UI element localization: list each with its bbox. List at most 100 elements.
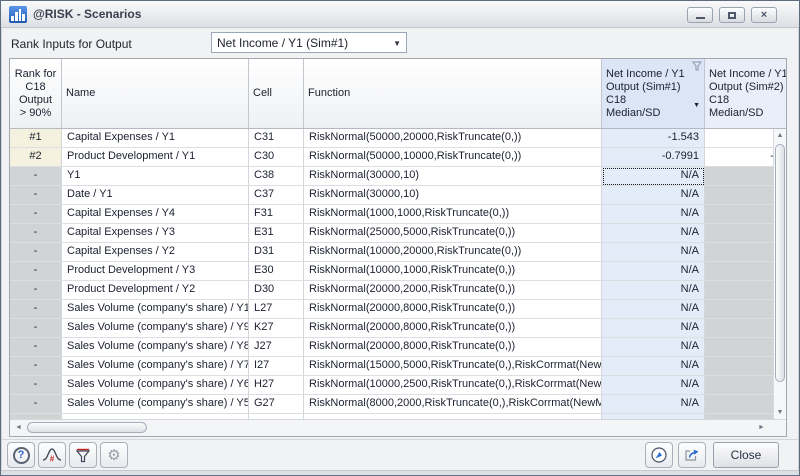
name-cell[interactable]: Capital Expenses / Y1 (62, 129, 249, 148)
close-window-button[interactable]: × (751, 7, 777, 23)
sim1-value-cell[interactable]: N/A (602, 357, 705, 376)
sim1-value-cell[interactable]: N/A (602, 205, 705, 224)
help-button[interactable]: ? (7, 442, 35, 468)
sim1-value-cell[interactable]: N/A (602, 186, 705, 205)
function-cell[interactable]: RiskNormal(30000,10) (304, 186, 602, 205)
cell-ref-cell[interactable]: C38 (249, 167, 304, 186)
cell-ref-cell[interactable]: C37 (249, 186, 304, 205)
table-row[interactable]: - Sales Volume (company's share) / Y9 K2… (10, 319, 786, 338)
cell-ref-cell[interactable]: C31 (249, 129, 304, 148)
output-dropdown[interactable]: Net Income / Y1 (Sim#1) ▼ (211, 32, 407, 53)
table-row[interactable]: #2 Product Development / Y1 C30 RiskNorm… (10, 148, 786, 167)
header-sim2[interactable]: Net Income / Y1 Output (Sim#2) C18 Media… (705, 59, 787, 128)
function-cell[interactable]: RiskNormal(50000,10000,RiskTruncate(0,)) (304, 148, 602, 167)
sim1-value-cell[interactable]: N/A (602, 319, 705, 338)
table-row[interactable]: - Capital Expenses / Y4 F31 RiskNormal(1… (10, 205, 786, 224)
maximize-button[interactable] (719, 7, 745, 23)
sim1-value-cell[interactable]: -0.7991 (602, 148, 705, 167)
titlebar[interactable]: @RISK - Scenarios × (1, 1, 799, 28)
sim1-value-cell[interactable]: N/A (602, 243, 705, 262)
settings-button[interactable]: ⚙ (100, 442, 128, 468)
horizontal-scrollbar[interactable]: ◄ ► (10, 419, 786, 436)
rank-cell[interactable]: - (10, 376, 62, 395)
header-name[interactable]: Name (62, 59, 249, 128)
cell-ref-cell[interactable]: C30 (249, 148, 304, 167)
cell-ref-cell[interactable]: E31 (249, 224, 304, 243)
name-cell[interactable]: Sales Volume (company's share) / Y9 (62, 319, 249, 338)
sim1-value-cell[interactable]: N/A (602, 376, 705, 395)
export-button[interactable] (678, 442, 706, 468)
table-row[interactable]: - Y1 C38 RiskNormal(30000,10) N/A (10, 167, 786, 186)
header-cell[interactable]: Cell (249, 59, 304, 128)
sim1-value-cell[interactable]: N/A (602, 167, 705, 186)
table-row[interactable]: - Sales Volume (company's share) / Y6 H2… (10, 376, 786, 395)
rank-cell[interactable]: - (10, 338, 62, 357)
sim1-value-cell[interactable]: N/A (602, 262, 705, 281)
rank-cell[interactable]: - (10, 167, 62, 186)
sim1-value-cell[interactable]: N/A (602, 395, 705, 414)
name-cell[interactable]: Sales Volume (company's share) / Y8 (62, 338, 249, 357)
name-cell[interactable]: Capital Expenses / Y3 (62, 224, 249, 243)
table-row[interactable]: - Capital Expenses / Y2 D31 RiskNormal(1… (10, 243, 786, 262)
rank-cell[interactable]: #2 (10, 148, 62, 167)
function-cell[interactable]: RiskNormal(30000,10) (304, 167, 602, 186)
table-row[interactable]: - Sales Volume (company's share) / Y8 J2… (10, 338, 786, 357)
function-cell[interactable]: RiskNormal(10000,2500,RiskTruncate(0,),R… (304, 376, 602, 395)
name-cell[interactable]: Capital Expenses / Y4 (62, 205, 249, 224)
rank-cell[interactable]: - (10, 205, 62, 224)
vertical-scrollbar[interactable]: ▲ ▼ (773, 129, 786, 419)
scroll-down-icon[interactable]: ▼ (774, 406, 786, 419)
cell-ref-cell[interactable]: D31 (249, 243, 304, 262)
table-row[interactable]: - Capital Expenses / Y3 E31 RiskNormal(2… (10, 224, 786, 243)
minimize-button[interactable] (687, 7, 713, 23)
name-cell[interactable]: Product Development / Y1 (62, 148, 249, 167)
rank-cell[interactable]: - (10, 319, 62, 338)
function-cell[interactable]: RiskNormal(10000,1000,RiskTruncate(0,)) (304, 262, 602, 281)
function-cell[interactable]: RiskNormal(8000,2000,RiskTruncate(0,),Ri… (304, 395, 602, 414)
sim1-value-cell[interactable]: N/A (602, 281, 705, 300)
horizontal-scroll-thumb[interactable] (27, 422, 147, 433)
cell-ref-cell[interactable]: F31 (249, 205, 304, 224)
rank-cell[interactable]: - (10, 243, 62, 262)
name-cell[interactable]: Sales Volume (company's share) / Y10 (62, 300, 249, 319)
table-row[interactable]: - Sales Volume (company's share) / Y7 I2… (10, 357, 786, 376)
header-rank[interactable]: Rank for C18 Output > 90% (10, 59, 62, 128)
function-cell[interactable]: RiskNormal(20000,8000,RiskTruncate(0,)) (304, 338, 602, 357)
cell-ref-cell[interactable]: D30 (249, 281, 304, 300)
function-cell[interactable]: RiskNormal(1000,1000,RiskTruncate(0,)) (304, 205, 602, 224)
scroll-up-icon[interactable]: ▲ (774, 129, 786, 142)
name-cell[interactable]: Date / Y1 (62, 186, 249, 205)
cell-ref-cell[interactable]: L27 (249, 300, 304, 319)
distribution-button[interactable]: # (38, 442, 66, 468)
cell-ref-cell[interactable]: E30 (249, 262, 304, 281)
table-row[interactable]: - Product Development / Y3 E30 RiskNorma… (10, 262, 786, 281)
cell-ref-cell[interactable]: I27 (249, 357, 304, 376)
sim1-value-cell[interactable]: N/A (602, 338, 705, 357)
table-row[interactable]: - Date / Y1 C37 RiskNormal(30000,10) N/A (10, 186, 786, 205)
function-cell[interactable]: RiskNormal(15000,5000,RiskTruncate(0,),R… (304, 357, 602, 376)
table-row[interactable]: - Sales Volume (company's share) / Y10 L… (10, 300, 786, 319)
cell-ref-cell[interactable]: J27 (249, 338, 304, 357)
cell-ref-cell[interactable]: K27 (249, 319, 304, 338)
name-cell[interactable]: Y1 (62, 167, 249, 186)
rank-cell[interactable]: - (10, 262, 62, 281)
rank-cell[interactable]: - (10, 186, 62, 205)
table-row[interactable]: #1 Capital Expenses / Y1 C31 RiskNormal(… (10, 129, 786, 148)
name-cell[interactable]: Product Development / Y3 (62, 262, 249, 281)
compass-button[interactable] (645, 442, 673, 468)
sim1-value-cell[interactable]: -1.543 (602, 129, 705, 148)
scroll-right-icon[interactable]: ► (755, 420, 768, 436)
filter-button[interactable] (69, 442, 97, 468)
column-filter-icon[interactable] (692, 61, 702, 71)
table-row[interactable]: - Product Development / Y2 D30 RiskNorma… (10, 281, 786, 300)
name-cell[interactable]: Capital Expenses / Y2 (62, 243, 249, 262)
cell-ref-cell[interactable]: G27 (249, 395, 304, 414)
scroll-left-icon[interactable]: ◄ (12, 420, 25, 436)
name-cell[interactable]: Product Development / Y2 (62, 281, 249, 300)
rank-cell[interactable]: - (10, 224, 62, 243)
rank-cell[interactable]: - (10, 395, 62, 414)
function-cell[interactable]: RiskNormal(10000,20000,RiskTruncate(0,)) (304, 243, 602, 262)
rank-cell[interactable]: - (10, 281, 62, 300)
function-cell[interactable]: RiskNormal(20000,8000,RiskTruncate(0,)) (304, 319, 602, 338)
name-cell[interactable]: Sales Volume (company's share) / Y7 (62, 357, 249, 376)
